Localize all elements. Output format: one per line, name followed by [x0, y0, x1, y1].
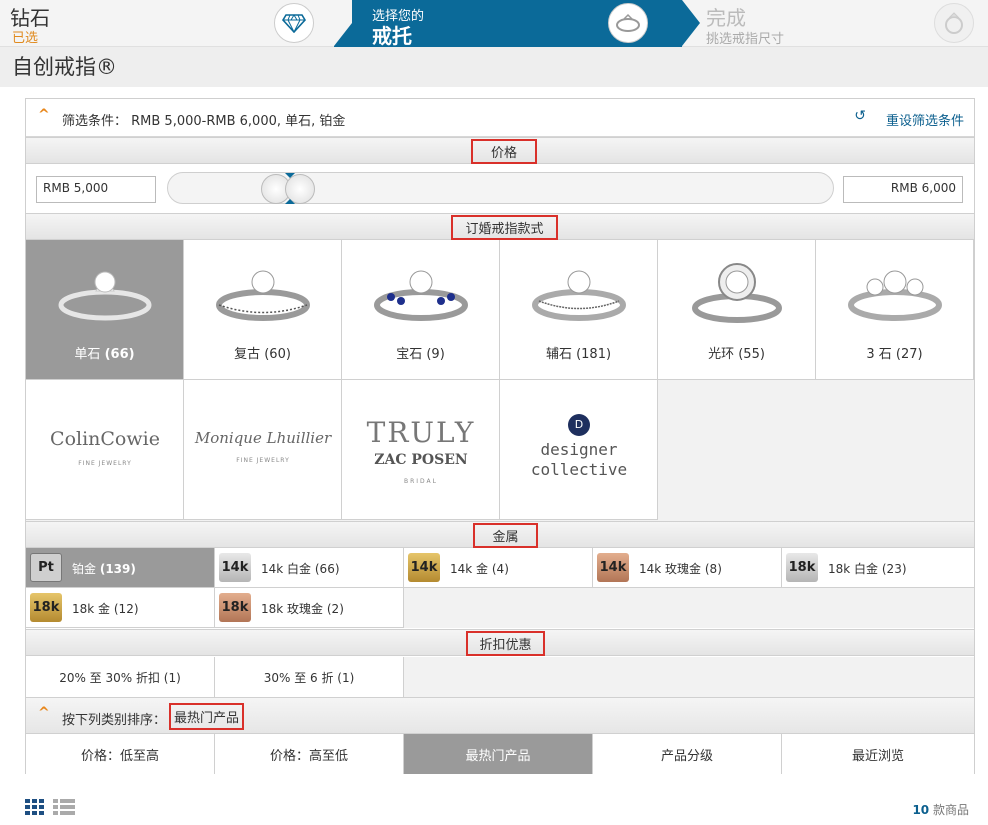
metal-18k-white-gold[interactable]: 18k 18k 白金 (23) — [782, 548, 974, 588]
style-halo[interactable]: 光环 (55) — [658, 240, 816, 380]
metal-14k-gold[interactable]: 14k 14k 金 (4) — [404, 548, 593, 588]
brand-truly-zac-posen[interactable]: TRULY ZAC POSEN BRIDAL — [342, 380, 500, 520]
step-setting[interactable]: 选择您的 戒托 — [334, 0, 700, 48]
list-view-icon[interactable] — [53, 799, 75, 815]
14k-gold-chip-icon: 14k — [408, 553, 440, 582]
filter-summary: ^ 筛选条件： RMB 5,000-RMB 6,000, 单石, 铂金 ↺ 重设… — [26, 99, 974, 137]
platinum-chip-icon: Pt — [30, 553, 62, 582]
sort-price-low-high[interactable]: 价格：低至高 — [26, 734, 215, 774]
result-count: 10 款商品 — [912, 803, 969, 817]
brand-designer-collective[interactable]: D designer collective — [500, 380, 658, 520]
metal-row-2: 18k 18k 金 (12) 18k 18k 玫瑰金 (2) — [26, 588, 974, 628]
vintage-ring-image — [216, 270, 310, 321]
page-title: 自创戒指® — [12, 55, 117, 79]
diamond-icon — [274, 3, 314, 43]
sort-recently-viewed[interactable]: 最近浏览 — [782, 734, 974, 774]
step-complete[interactable]: 完成 挑选戒指尺寸 — [682, 0, 988, 47]
solitaire-ring-image — [58, 271, 152, 321]
18k-rose-gold-chip-icon: 18k — [219, 593, 251, 622]
14k-white-gold-chip-icon: 14k — [219, 553, 251, 582]
style-solitaire[interactable]: 单石 (66) — [26, 240, 184, 380]
step-setting-subtitle: 戒托 — [372, 24, 412, 48]
style-three-stone[interactable]: 3 石 (27) — [816, 240, 974, 380]
ring-setting-icon — [608, 3, 648, 43]
filter-panel: ^ 筛选条件： RMB 5,000-RMB 6,000, 单石, 铂金 ↺ 重设… — [25, 98, 975, 774]
progress-step-bar: 钻石 已选 选择您的 戒托 完成 挑选戒指尺寸 — [0, 0, 988, 48]
sort-price-high-low[interactable]: 价格：高至低 — [215, 734, 404, 774]
18k-gold-chip-icon: 18k — [30, 593, 62, 622]
metal-section-header: 金属 — [26, 521, 974, 548]
step-diamond-status: 已选 — [12, 31, 39, 46]
discount-row: 20% 至 30% 折扣 (1) 30% 至 6 折 (1) — [26, 657, 974, 697]
style-heading: 订婚戒指款式 — [451, 215, 558, 240]
designer-collective-logo-icon: D — [568, 414, 590, 436]
sort-options: 价格：低至高 价格：高至低 最热门产品 产品分级 最近浏览 — [26, 734, 974, 774]
brand-monique-lhuillier[interactable]: Monique Lhuillier FINE JEWELRY — [184, 380, 342, 520]
metal-heading: 金属 — [473, 523, 538, 548]
reset-icon[interactable]: ↺ — [854, 108, 866, 124]
filter-summary-label: 筛选条件： RMB 5,000-RMB 6,000, 单石, 铂金 — [62, 114, 346, 129]
three-stone-ring-image — [848, 270, 942, 321]
discount-20-30[interactable]: 20% 至 30% 折扣 (1) — [26, 657, 215, 697]
step-complete-title: 完成 — [706, 6, 746, 30]
chevron-up-icon[interactable]: ^ — [38, 107, 50, 123]
side-stone-ring-image — [532, 270, 626, 321]
sort-most-popular[interactable]: 最热门产品 — [404, 734, 593, 774]
metal-18k-rose-gold[interactable]: 18k 18k 玫瑰金 (2) — [215, 588, 404, 628]
price-heading: 价格 — [471, 139, 537, 164]
price-slider[interactable] — [167, 172, 834, 204]
style-vintage[interactable]: 复古 (60) — [184, 240, 342, 380]
halo-ring-image — [692, 263, 782, 323]
gemstone-ring-image — [374, 270, 468, 321]
style-gemstone[interactable]: 宝石 (9) — [342, 240, 500, 380]
metal-18k-gold[interactable]: 18k 18k 金 (12) — [26, 588, 215, 628]
metal-platinum[interactable]: Pt 铂金 (139) — [26, 548, 215, 588]
step-complete-subtitle: 挑选戒指尺寸 — [706, 32, 785, 47]
18k-white-gold-chip-icon: 18k — [786, 553, 818, 582]
view-toggle — [25, 798, 77, 820]
page-header: 自创戒指® — [0, 47, 988, 87]
reset-filters-link[interactable]: 重设筛选条件 — [886, 110, 964, 129]
sort-rating[interactable]: 产品分级 — [593, 734, 782, 774]
price-max-input[interactable]: RMB 6,000 — [843, 176, 963, 203]
ring-complete-icon — [934, 3, 974, 43]
style-side-stone[interactable]: 辅石 (181) — [500, 240, 658, 380]
price-min-input[interactable]: RMB 5,000 — [36, 176, 156, 203]
price-section-header: 价格 — [26, 137, 974, 164]
step-diamond[interactable]: 钻石 已选 — [0, 0, 338, 47]
discount-section-header: 折扣优惠 — [26, 629, 974, 656]
chevron-up-icon[interactable]: ^ — [38, 705, 50, 721]
grid-view-icon[interactable] — [25, 799, 44, 815]
sort-header: ^ 按下列类别排序： 最热门产品 — [26, 697, 974, 734]
discount-30-60[interactable]: 30% 至 6 折 (1) — [215, 657, 404, 697]
sort-selected[interactable]: 最热门产品 — [169, 703, 245, 730]
metal-row-1: Pt 铂金 (139) 14k 14k 白金 (66) 14k 14k 金 (4… — [26, 548, 974, 588]
metal-14k-rose-gold[interactable]: 14k 14k 玫瑰金 (8) — [593, 548, 782, 588]
sort-label: 按下列类别排序： — [62, 713, 167, 728]
style-grid: 单石 (66) 复古 (60) 宝石 (9) 辅石 (181) 光环 (55) … — [26, 240, 974, 521]
discount-heading: 折扣优惠 — [466, 631, 545, 656]
14k-rose-gold-chip-icon: 14k — [597, 553, 629, 582]
style-section-header: 订婚戒指款式 — [26, 213, 974, 240]
metal-14k-white-gold[interactable]: 14k 14k 白金 (66) — [215, 548, 404, 588]
brand-colin-cowie[interactable]: ColinCowie FINE JEWELRY — [26, 380, 184, 520]
